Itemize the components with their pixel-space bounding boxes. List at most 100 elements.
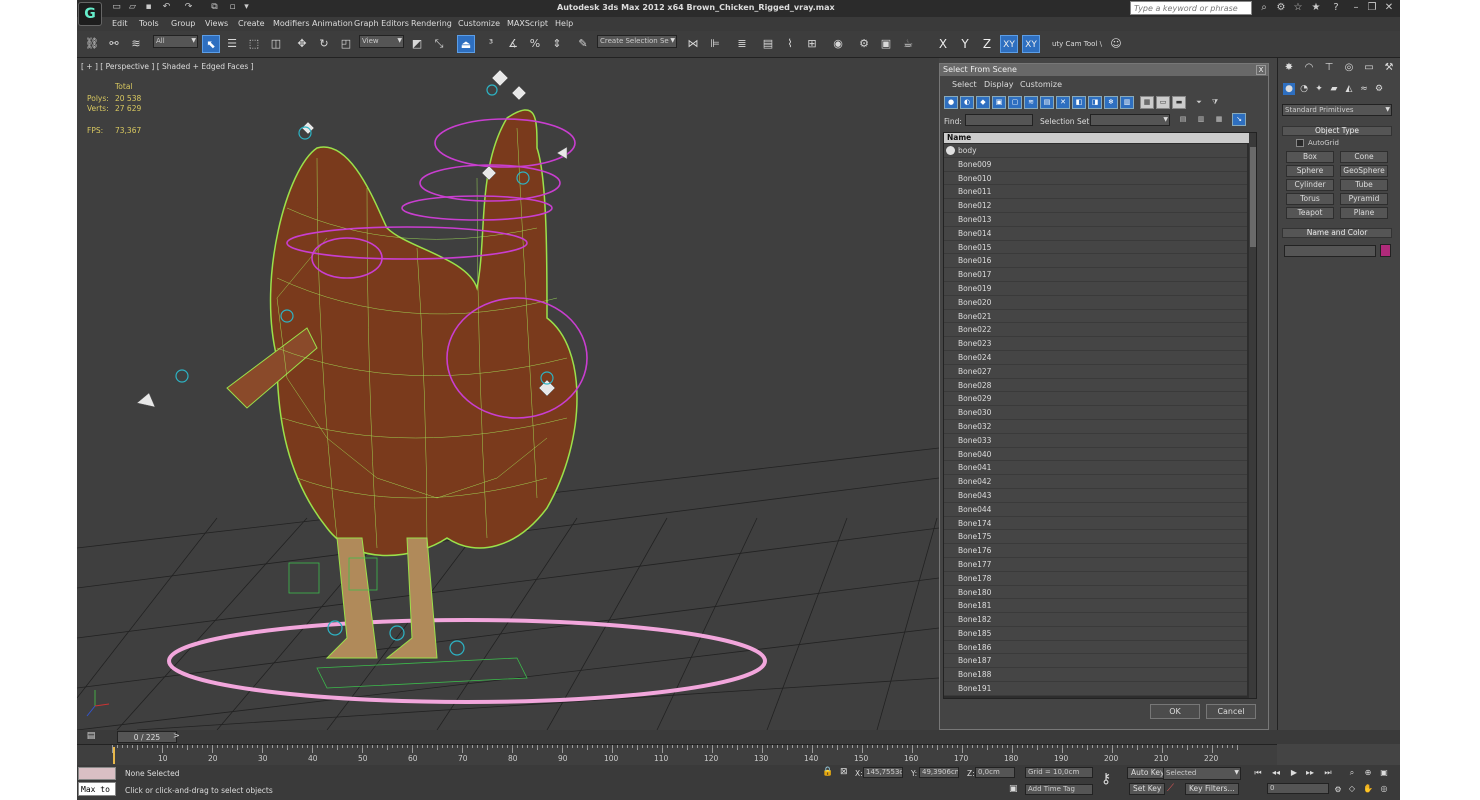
list-item[interactable]: Bone030 (944, 406, 1247, 420)
geometry-category-icon[interactable]: ● (1283, 83, 1295, 95)
restrict-xy-cycle-button[interactable]: XY (1022, 35, 1040, 53)
display-all-icon[interactable]: ▦ (1140, 96, 1154, 109)
list-scrollbar-thumb[interactable] (1250, 147, 1256, 247)
key-icon[interactable]: ⟋ (1167, 783, 1174, 794)
cylinder-button[interactable]: Cylinder (1286, 179, 1334, 191)
save-file-icon[interactable]: ▪ (143, 2, 154, 13)
edit-named-selection-icon[interactable]: ✎ (574, 35, 592, 53)
display-geometry-icon[interactable]: ● (944, 96, 958, 109)
rendered-frame-window-icon[interactable]: ▣ (877, 35, 895, 53)
list-item[interactable]: Bone022 (944, 323, 1247, 338)
list-item[interactable]: Bone042 (944, 475, 1247, 489)
list-item[interactable]: Bone023 (944, 337, 1247, 351)
list-item[interactable]: Bone017 (944, 268, 1247, 282)
time-config-icon[interactable]: ⚙ (1331, 784, 1345, 796)
display-bones-icon[interactable]: ◧ (1072, 96, 1086, 109)
modify-tab-icon[interactable]: ◠ (1302, 61, 1316, 75)
selection-filter-dropdown[interactable]: All (153, 35, 198, 48)
mirror-icon[interactable]: ⋈ (684, 35, 702, 53)
list-item[interactable]: Bone010 (944, 171, 1247, 186)
list-item[interactable]: Bone013 (944, 212, 1247, 227)
object-color-swatch[interactable] (1380, 244, 1391, 257)
list-item[interactable]: Bone040 (944, 447, 1247, 462)
search-input[interactable]: Type a keyword or phrase (1130, 1, 1252, 15)
lights-category-icon[interactable]: ✦ (1313, 83, 1325, 95)
list-item[interactable]: Bone016 (944, 254, 1247, 269)
angle-snap-icon[interactable]: ∡ (504, 35, 522, 53)
render-setup-icon[interactable]: ⚙ (855, 35, 873, 53)
list-item[interactable]: Bone029 (944, 392, 1247, 407)
project-folder-icon[interactable]: ⧉ (209, 2, 220, 13)
display-groups-icon[interactable]: ▤ (1040, 96, 1054, 109)
teapot-button[interactable]: Teapot (1286, 207, 1334, 219)
primitive-category-dropdown[interactable]: Standard Primitives (1282, 104, 1392, 116)
name-and-color-rollout-header[interactable]: Name and Color (1282, 228, 1392, 238)
new-file-icon[interactable]: ▭ (111, 2, 122, 13)
display-none-icon[interactable]: ▭ (1156, 96, 1170, 109)
list-item[interactable]: Bone032 (944, 419, 1247, 434)
list-item[interactable]: Bone021 (944, 309, 1247, 324)
spinner-snap-icon[interactable]: ⇕ (548, 35, 566, 53)
x-coordinate-field[interactable]: 145,7553c (863, 767, 903, 778)
menu-animation[interactable]: Animation (312, 19, 353, 28)
display-cameras-icon[interactable]: ▣ (992, 96, 1006, 109)
object-type-rollout-header[interactable]: Object Type (1282, 126, 1392, 136)
key-selection-dropdown[interactable]: Selected (1163, 767, 1241, 780)
list-item[interactable]: body (944, 144, 1247, 158)
list-item[interactable]: Bone176 (944, 544, 1247, 558)
keyboard-shortcut-override-icon[interactable]: ⏏ (457, 35, 475, 53)
track-bar[interactable]: 10 20 30 40 50 60 70 80 90 100 110 120 1… (77, 744, 1277, 765)
next-frame-icon[interactable]: ▸▸ (1303, 767, 1317, 779)
list-item[interactable]: Bone186 (944, 640, 1247, 655)
select-invert-icon[interactable]: ▦ (1212, 113, 1226, 126)
box-button[interactable]: Box (1286, 151, 1334, 163)
restrict-x-button[interactable]: X (934, 35, 952, 53)
select-and-scale-icon[interactable]: ◰ (337, 35, 355, 53)
list-item[interactable]: Bone177 (944, 557, 1247, 572)
dialog-menu-display[interactable]: Display (984, 80, 1014, 89)
menu-tools[interactable]: Tools (139, 19, 159, 28)
menu-views[interactable]: Views (205, 19, 228, 28)
list-item[interactable]: Bone043 (944, 488, 1247, 503)
dialog-close-button[interactable]: X (1256, 65, 1266, 75)
sphere-button[interactable]: Sphere (1286, 165, 1334, 177)
list-item[interactable]: Bone019 (944, 281, 1247, 296)
cam-tool-icon[interactable]: ☺ (1107, 35, 1125, 53)
render-production-icon[interactable]: ☕ (899, 35, 917, 53)
list-item[interactable]: Bone015 (944, 240, 1247, 255)
list-item[interactable]: Bone012 (944, 199, 1247, 213)
cone-button[interactable]: Cone (1340, 151, 1388, 163)
expand-node-icon[interactable] (946, 146, 955, 155)
select-and-move-icon[interactable]: ✥ (293, 35, 311, 53)
current-frame-field[interactable]: 0 (1267, 783, 1329, 794)
list-item[interactable]: Bone185 (944, 626, 1247, 641)
object-name-input[interactable] (1284, 245, 1376, 257)
ok-button[interactable]: OK (1150, 704, 1200, 719)
list-item[interactable]: Bone033 (944, 433, 1247, 448)
list-item[interactable]: Bone009 (944, 157, 1247, 172)
display-tab-icon[interactable]: ▭ (1362, 61, 1376, 75)
dialog-menu-select[interactable]: Select (952, 80, 977, 89)
name-column-header[interactable]: Name (944, 133, 1256, 143)
helpers-category-icon[interactable]: ◭ (1343, 83, 1355, 95)
schematic-view-icon[interactable]: ⊞ (803, 35, 821, 53)
time-slider-thumb[interactable]: 0 / 225 (117, 731, 177, 743)
cameras-category-icon[interactable]: ▰ (1328, 83, 1340, 95)
quick-access-dropdown-icon[interactable]: ▾ (241, 2, 252, 13)
display-spacewarps-icon[interactable]: ≋ (1024, 96, 1038, 109)
cancel-button[interactable]: Cancel (1206, 704, 1256, 719)
list-item[interactable]: Bone024 (944, 350, 1247, 365)
menu-rendering[interactable]: Rendering (411, 19, 452, 28)
key-filters-button[interactable]: Key Filters... (1185, 783, 1239, 795)
absolute-mode-icon[interactable]: ⊠ (840, 767, 852, 779)
select-object-icon[interactable]: ⬉ (202, 35, 220, 53)
list-item[interactable]: Bone027 (944, 364, 1247, 379)
list-item[interactable]: Bone181 (944, 599, 1247, 614)
torus-button[interactable]: Torus (1286, 193, 1334, 205)
undo-icon[interactable]: ↶ (161, 2, 172, 13)
application-icon[interactable]: G (78, 2, 102, 26)
list-item[interactable]: Bone187 (944, 654, 1247, 669)
hierarchy-tab-icon[interactable]: ⊤ (1322, 61, 1336, 75)
menu-maxscript[interactable]: MAXScript (507, 19, 548, 28)
list-item[interactable]: Bone178 (944, 571, 1247, 586)
